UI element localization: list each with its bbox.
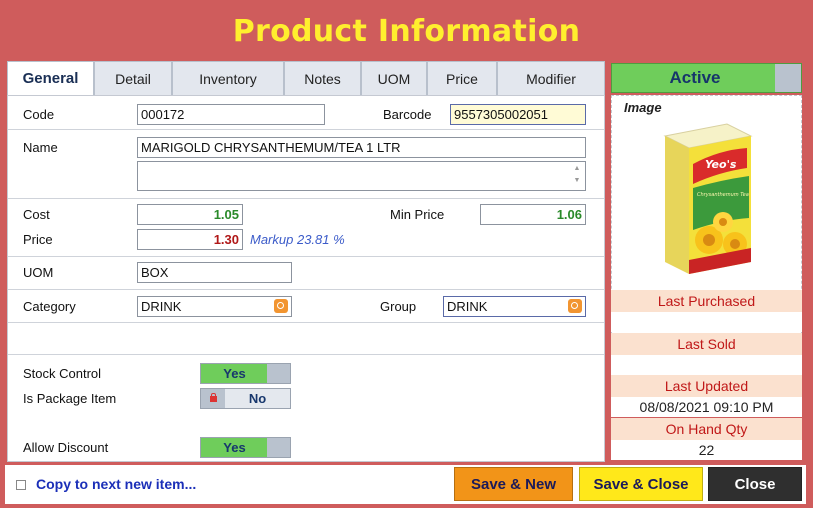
product-text: Chrysanthemum Tea xyxy=(697,192,749,198)
on-hand-value: 22 xyxy=(611,440,802,460)
code-label: Code xyxy=(23,107,55,122)
uom-label: UOM xyxy=(23,265,54,280)
lookup-icon[interactable] xyxy=(568,299,582,313)
markup-text: Markup 23.81 % xyxy=(250,232,345,247)
product-image: Yeo's Chrysanthemum Tea xyxy=(663,123,753,274)
barcode-field[interactable]: 9557305002051 xyxy=(450,104,586,125)
allow-discount-toggle[interactable]: Yes xyxy=(200,437,291,458)
tab-modifier[interactable]: Modifier xyxy=(497,61,605,95)
min-price-label: Min Price xyxy=(390,207,445,222)
sidebar: Active Image Yeo's Chrysanthemum Tea Las… xyxy=(611,61,803,465)
save-close-button[interactable]: Save & Close xyxy=(579,467,703,501)
stock-control-label: Stock Control xyxy=(23,366,102,381)
allow-discount-value: Yes xyxy=(201,438,268,457)
tab-inventory[interactable]: Inventory xyxy=(172,61,284,95)
last-updated-label: Last Updated xyxy=(611,375,802,397)
tab-uom[interactable]: UOM xyxy=(361,61,427,95)
copy-label[interactable]: Copy to next new item... xyxy=(36,476,196,492)
tab-price[interactable]: Price xyxy=(427,61,497,95)
category-value: DRINK xyxy=(141,299,182,314)
tab-general[interactable]: General xyxy=(7,61,94,95)
uom-field[interactable]: BOX xyxy=(137,262,292,283)
min-price-field[interactable]: 1.06 xyxy=(480,204,586,225)
group-label: Group xyxy=(380,299,417,314)
divider xyxy=(8,354,604,355)
status-label: Active xyxy=(669,68,721,87)
footer-bar: Copy to next new item... Save & New Save… xyxy=(5,465,806,504)
copy-checkbox[interactable] xyxy=(16,480,26,490)
allow-discount-label: Allow Discount xyxy=(23,440,109,455)
stock-control-toggle[interactable]: Yes xyxy=(200,363,291,384)
name-secondary-field[interactable]: ▲ ▼ xyxy=(137,161,586,191)
tab-notes[interactable]: Notes xyxy=(284,61,361,95)
name-field[interactable]: MARIGOLD CHRYSANTHEMUM/TEA 1 LTR xyxy=(137,137,586,158)
save-new-button[interactable]: Save & New xyxy=(454,467,573,501)
last-sold-label: Last Sold xyxy=(611,333,802,355)
price-field[interactable]: 1.30 xyxy=(137,229,243,250)
divider xyxy=(8,129,604,130)
group-field[interactable]: DRINK xyxy=(443,296,586,317)
is-package-value: No xyxy=(248,391,267,406)
cost-label: Cost xyxy=(23,207,50,222)
group-value: DRINK xyxy=(447,299,488,314)
cost-field[interactable]: 1.05 xyxy=(137,204,243,225)
stock-control-value: Yes xyxy=(201,364,268,383)
divider xyxy=(8,198,604,199)
name-label: Name xyxy=(23,140,58,155)
divider xyxy=(8,322,604,323)
is-package-label: Is Package Item xyxy=(23,391,117,406)
is-package-toggle[interactable]: No xyxy=(200,388,291,409)
brand-text: Yeo's xyxy=(705,158,737,171)
divider xyxy=(8,256,604,257)
close-button[interactable]: Close xyxy=(708,467,802,501)
page-title: Product Information xyxy=(232,14,581,49)
tab-detail[interactable]: Detail xyxy=(94,61,172,95)
last-sold-value xyxy=(611,355,802,375)
lookup-icon[interactable] xyxy=(274,299,288,313)
lock-icon xyxy=(201,389,225,408)
toggle-knob xyxy=(267,438,290,457)
toggle-knob xyxy=(267,364,290,383)
last-purchased-value xyxy=(611,312,802,332)
active-toggle[interactable]: Active xyxy=(611,63,802,93)
tab-bar: General Detail Inventory Notes UOM Price… xyxy=(7,61,605,95)
price-label: Price xyxy=(23,232,53,247)
last-updated-value: 08/08/2021 09:10 PM xyxy=(611,397,802,417)
on-hand-label: On Hand Qty xyxy=(611,418,802,440)
general-panel: Code 000172 Barcode 9557305002051 Name M… xyxy=(7,95,605,462)
category-label: Category xyxy=(23,299,76,314)
image-label: Image xyxy=(624,100,662,115)
divider xyxy=(8,289,604,290)
last-purchased-label: Last Purchased xyxy=(611,290,802,312)
toggle-knob xyxy=(775,64,801,92)
code-field[interactable]: 000172 xyxy=(137,104,325,125)
barcode-label: Barcode xyxy=(383,107,432,122)
scroll-arrows-icon[interactable]: ▲ ▼ xyxy=(570,163,584,189)
category-field[interactable]: DRINK xyxy=(137,296,292,317)
